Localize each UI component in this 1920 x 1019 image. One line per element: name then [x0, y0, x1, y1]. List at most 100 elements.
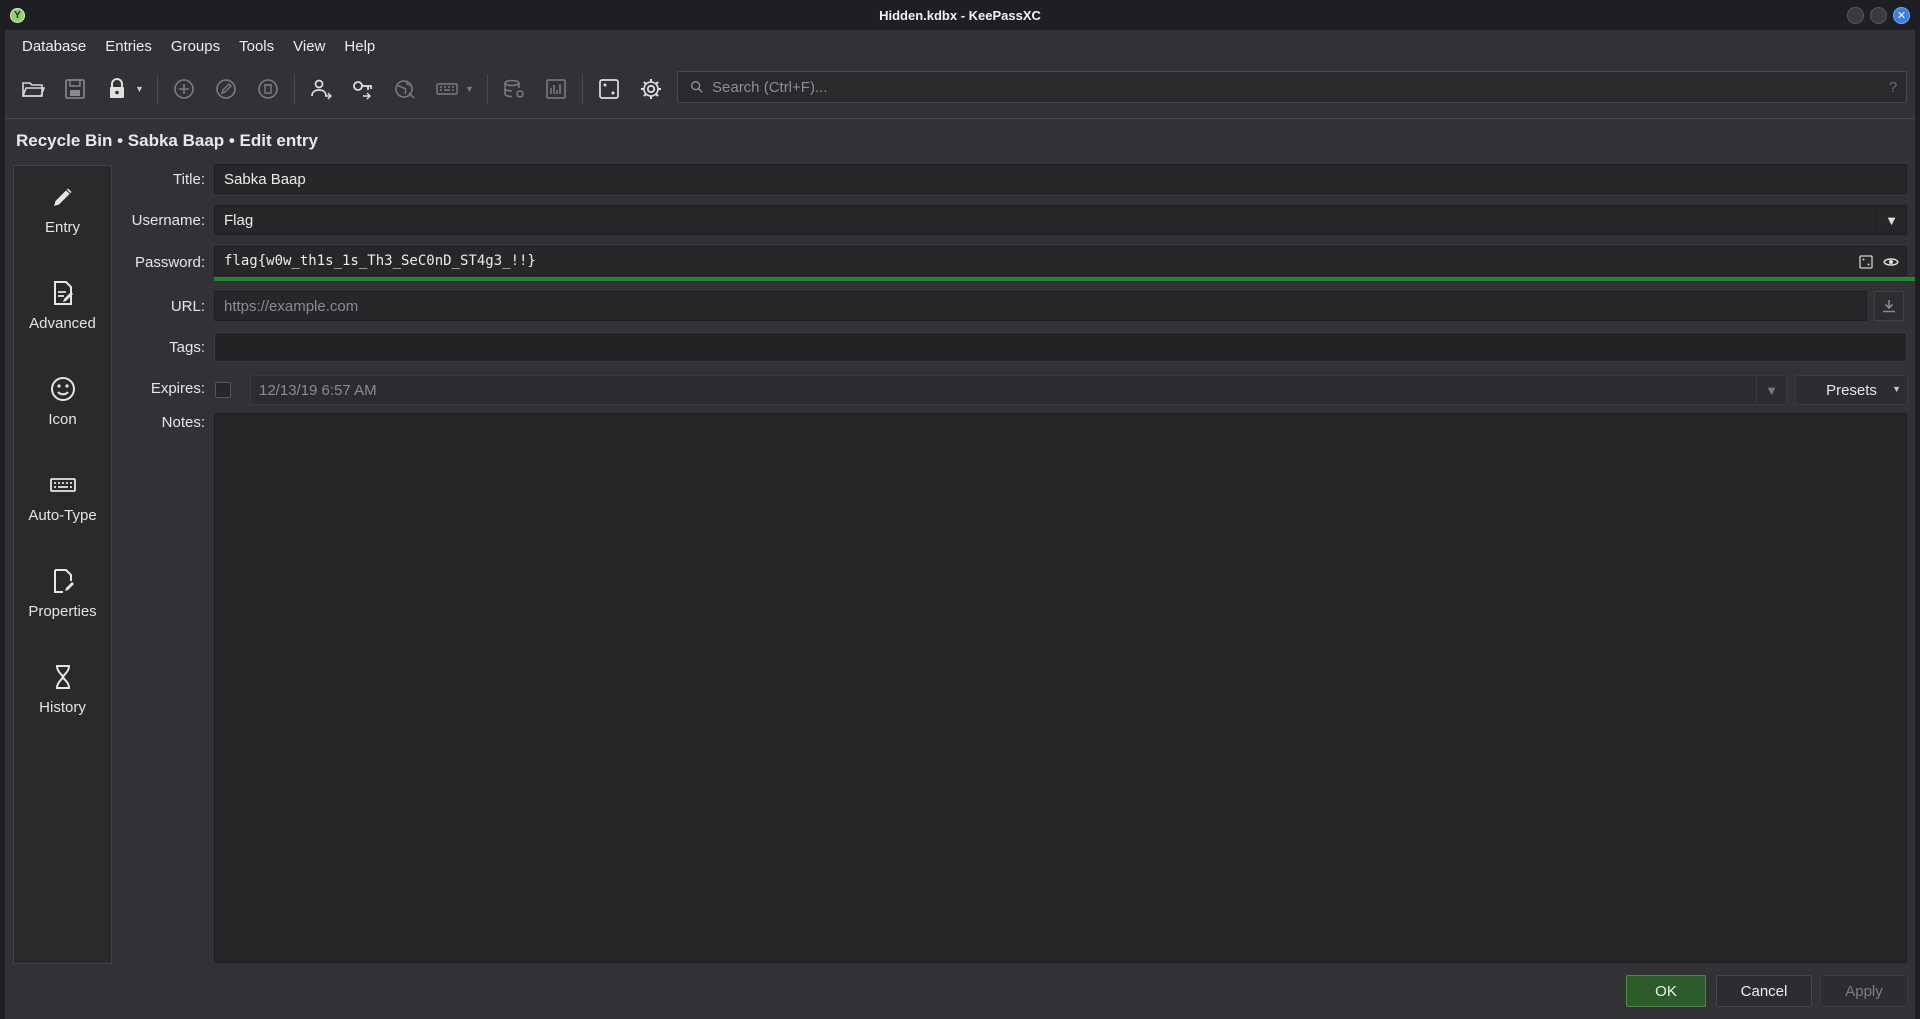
title-bar: Y Hidden.kdbx - KeePassXC ✕ [0, 0, 1920, 30]
search-help-icon[interactable]: ? [1880, 79, 1906, 96]
expires-checkbox[interactable] [215, 382, 231, 398]
search-input[interactable] [710, 73, 1880, 101]
download-favicon-button[interactable] [1874, 291, 1904, 321]
menu-help[interactable]: Help [335, 34, 384, 59]
password-generator-field-button[interactable] [1856, 252, 1876, 272]
autotype-keyboard-icon [436, 83, 458, 95]
dropdown-arrow-icon: ▼ [1885, 212, 1898, 228]
tags-field [214, 332, 1907, 362]
notes-textarea[interactable] [215, 414, 1906, 962]
presets-label: Presets [1826, 381, 1877, 399]
toggle-password-visibility-button[interactable] [1881, 252, 1901, 272]
maximize-button[interactable] [1870, 7, 1887, 24]
category-properties-label: Properties [28, 603, 97, 620]
category-history[interactable]: History [14, 646, 111, 724]
lock-icon [110, 78, 124, 98]
search-box: ? [677, 71, 1907, 103]
lock-database-button[interactable] [99, 71, 135, 107]
cancel-button[interactable]: Cancel [1716, 975, 1812, 1007]
menu-view[interactable]: View [284, 34, 334, 59]
minimize-button[interactable] [1847, 7, 1864, 24]
settings-gear-icon [641, 79, 661, 99]
edit-entry-button[interactable] [208, 71, 244, 107]
delete-entry-icon [258, 79, 278, 99]
menu-entries[interactable]: Entries [96, 34, 161, 59]
title-field [214, 164, 1907, 194]
keyboard-icon [49, 478, 76, 492]
delete-entry-button[interactable] [250, 71, 286, 107]
notes-field [214, 413, 1907, 963]
category-history-label: History [39, 699, 86, 716]
expiry-date-value: 12/13/19 6:57 AM [259, 381, 377, 399]
category-auto-type[interactable]: Auto-Type [14, 454, 111, 532]
title-input[interactable] [224, 166, 1906, 192]
toolbar-separator [582, 74, 583, 104]
download-icon [1883, 300, 1895, 313]
category-advanced-label: Advanced [29, 315, 96, 332]
dropdown-arrow-icon: ▼ [1892, 384, 1901, 394]
file-properties-icon [53, 569, 74, 593]
reports-button[interactable] [538, 71, 574, 107]
toolbar: ▼ ▼ Search (Ctrl+F)... ? [5, 66, 1915, 112]
open-database-button[interactable] [15, 71, 51, 107]
hourglass-icon [55, 665, 70, 689]
expiry-date-dropdown[interactable]: ▼ [1756, 376, 1786, 404]
database-settings-button[interactable] [496, 71, 532, 107]
category-properties[interactable]: Properties [14, 550, 111, 628]
tags-label: Tags: [169, 339, 205, 356]
copy-username-button[interactable] [303, 71, 339, 107]
dropdown-arrow-icon: ▼ [1765, 382, 1778, 398]
copy-password-button[interactable] [345, 71, 381, 107]
username-dropdown-button[interactable]: ▼ [1876, 206, 1906, 234]
username-field: ▼ [214, 205, 1907, 235]
copy-password-icon [353, 81, 372, 100]
tags-input[interactable] [224, 334, 1906, 360]
database-settings-icon [504, 79, 524, 98]
apply-button[interactable]: Apply [1820, 975, 1908, 1007]
toolbar-separator [157, 74, 158, 104]
password-label: Password: [134, 254, 205, 271]
breadcrumb: Recycle Bin • Sabka Baap • Edit entry [16, 131, 318, 150]
settings-button[interactable] [633, 71, 669, 107]
generate-password-icon [1859, 255, 1873, 269]
open-url-button[interactable] [387, 71, 423, 107]
url-field [214, 291, 1867, 321]
url-label: URL: [170, 298, 205, 315]
menu-database[interactable]: Database [13, 34, 95, 59]
password-generator-icon [599, 79, 619, 99]
add-entry-icon [174, 79, 194, 99]
autotype-button[interactable] [429, 71, 465, 107]
title-label: Title: [173, 171, 205, 188]
edit-entry-categories: Entry Advanced Icon Auto-Type Properties… [13, 165, 112, 964]
password-strength-bar [214, 277, 1915, 281]
expires-label: Expires: [150, 380, 205, 397]
toolbar-separator [294, 74, 295, 104]
keepassxc-logo-icon: Y [10, 8, 25, 23]
save-database-button[interactable] [57, 71, 93, 107]
menu-groups[interactable]: Groups [162, 34, 229, 59]
expiry-date-field[interactable]: 12/13/19 6:57 AM ▼ [250, 375, 1787, 405]
header-divider [5, 118, 1915, 119]
search-icon [684, 80, 710, 94]
open-url-icon [395, 80, 415, 99]
username-input[interactable] [224, 207, 1906, 233]
add-entry-button[interactable] [166, 71, 202, 107]
menu-tools[interactable]: Tools [230, 34, 283, 59]
open-folder-icon [21, 82, 45, 97]
url-input[interactable] [224, 293, 1866, 319]
main-window: Database Entries Groups Tools View Help … [5, 30, 1915, 1019]
reports-icon [546, 79, 566, 99]
password-input[interactable] [224, 248, 1850, 274]
password-generator-button[interactable] [591, 71, 627, 107]
expiry-presets-button[interactable]: Presets ▼ [1795, 375, 1908, 405]
ok-button[interactable]: OK [1626, 975, 1706, 1007]
autotype-dropdown-arrow[interactable]: ▼ [465, 84, 475, 94]
lock-dropdown-arrow[interactable]: ▼ [135, 84, 145, 94]
menu-bar: Database Entries Groups Tools View Help [5, 30, 1915, 62]
notes-label: Notes: [161, 414, 205, 431]
username-label: Username: [131, 212, 205, 229]
password-field [214, 246, 1907, 276]
close-window-button[interactable]: ✕ [1893, 7, 1910, 24]
eye-icon [1883, 258, 1899, 266]
close-icon: ✕ [1896, 10, 1907, 22]
